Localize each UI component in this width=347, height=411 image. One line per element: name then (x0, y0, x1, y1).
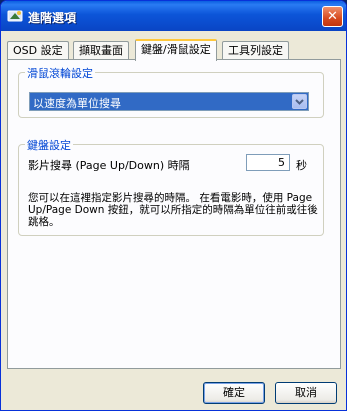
seek-interval-input[interactable]: 5 (246, 154, 290, 171)
mouse-wheel-group: 滑鼠滾輪設定 以速度為單位搜尋 (18, 65, 324, 118)
keyboard-group-label: 鍵盤設定 (25, 137, 73, 153)
tab-capture[interactable]: 擷取畫面 (73, 41, 129, 59)
keyboard-description: 您可以在這裡指定影片搜尋的時隔。 在看電影時，使用 Page Up/Page D… (28, 192, 318, 228)
seek-interval-label: 影片搜尋 (Page Up/Down) 時隔 (28, 159, 190, 172)
tab-panel: 滑鼠滾輪設定 以速度為單位搜尋 鍵盤設定 影片搜尋 (Page Up/Down)… (7, 59, 341, 369)
app-icon (7, 10, 23, 22)
close-button[interactable]: ✕ (322, 6, 343, 27)
seek-interval-unit: 秒 (296, 159, 307, 172)
tab-toolbar[interactable]: 工具列設定 (222, 41, 289, 59)
ok-button[interactable]: 確定 (203, 382, 265, 404)
cancel-button[interactable]: 取消 (275, 382, 337, 404)
tab-osd[interactable]: OSD 設定 (7, 41, 69, 59)
tab-strip: OSD 設定 擷取畫面 鍵盤/滑鼠設定 工具列設定 (7, 39, 341, 61)
mouse-wheel-group-label: 滑鼠滾輪設定 (25, 65, 95, 81)
keyboard-group: 鍵盤設定 影片搜尋 (Page Up/Down) 時隔 5 秒 您可以在這裡指定… (18, 137, 324, 236)
mouse-wheel-select[interactable]: 以速度為單位搜尋 (29, 92, 309, 111)
tab-keyboard-mouse[interactable]: 鍵盤/滑鼠設定 (135, 39, 217, 61)
title-bar[interactable]: 進階選項 ✕ (1, 1, 346, 31)
advanced-options-dialog: 進階選項 ✕ OSD 設定 擷取畫面 鍵盤/滑鼠設定 工具列設定 滑鼠滾輪設定 … (0, 0, 347, 411)
window-title: 進階選項 (28, 11, 77, 25)
mouse-wheel-select-value: 以速度為單位搜尋 (33, 97, 121, 110)
chevron-down-icon[interactable] (292, 94, 307, 109)
